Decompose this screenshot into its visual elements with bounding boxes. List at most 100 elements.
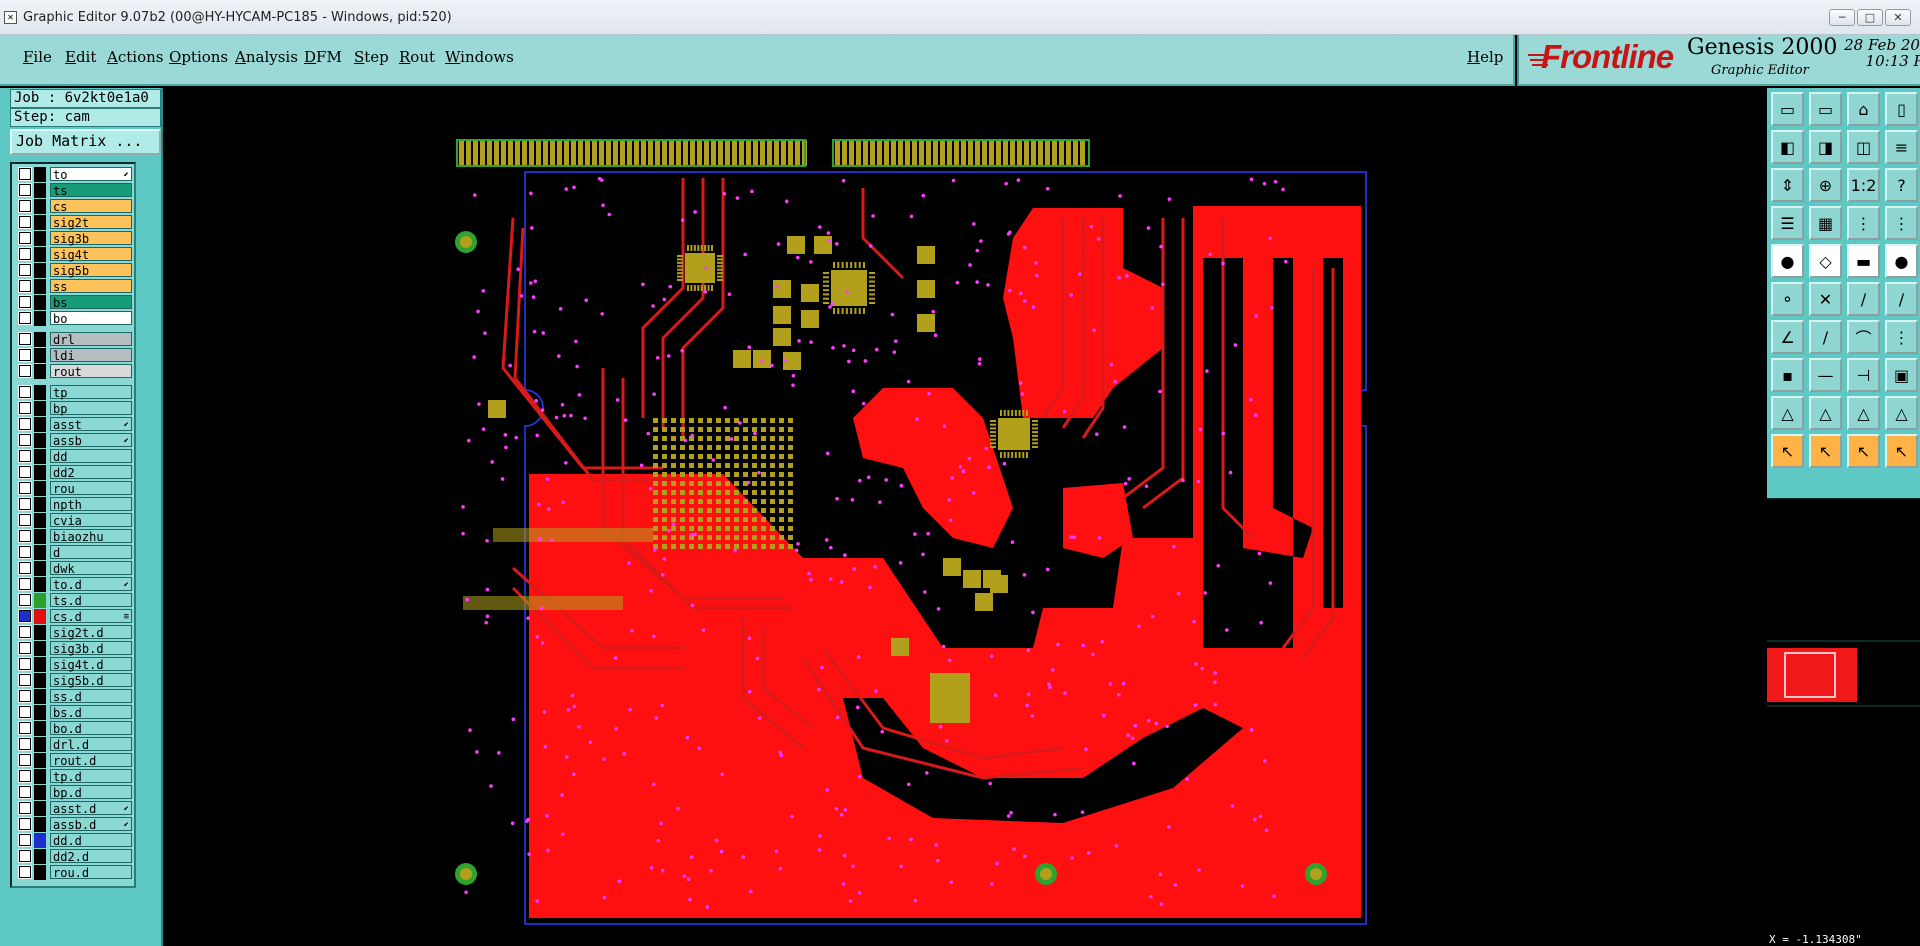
layer-checkbox[interactable] [18, 849, 32, 863]
layer-color-swatch[interactable] [34, 784, 46, 800]
layer-row[interactable]: rou [14, 480, 134, 496]
layer-checkbox[interactable] [18, 231, 32, 245]
layer-name[interactable]: asst.d ⬋ [50, 801, 132, 816]
layer-color-swatch[interactable] [34, 800, 46, 816]
layer-name[interactable]: bs.d [50, 705, 132, 720]
layer-color-swatch[interactable] [34, 310, 46, 326]
layer-row[interactable]: ss [14, 278, 134, 294]
layer-color-swatch[interactable] [34, 624, 46, 640]
layer-name[interactable]: dd.d [50, 833, 132, 848]
layer-row[interactable]: sig4t.d [14, 656, 134, 672]
layer-color-swatch[interactable] [34, 560, 46, 576]
tool-button[interactable]: 1:2 [1847, 168, 1880, 202]
layer-name[interactable]: sig5b [50, 263, 132, 278]
layer-color-swatch[interactable] [34, 544, 46, 560]
layer-color-swatch[interactable] [34, 294, 46, 310]
tool-button[interactable]: ⋮ [1847, 206, 1880, 240]
layer-checkbox[interactable] [18, 705, 32, 719]
layer-name[interactable]: dd2 [50, 465, 132, 480]
layer-checkbox[interactable] [18, 577, 32, 591]
layer-row[interactable]: bs.d [14, 704, 134, 720]
tool-button[interactable]: ◫ [1847, 130, 1880, 164]
layer-checkbox[interactable] [18, 183, 32, 197]
layer-checkbox[interactable] [18, 247, 32, 261]
job-matrix-button[interactable]: Job Matrix ... [10, 129, 161, 155]
layer-row[interactable]: ss.d [14, 688, 134, 704]
layer-name[interactable]: drl [50, 332, 132, 347]
layer-checkbox[interactable] [18, 657, 32, 671]
tool-button[interactable]: ∕ [1809, 320, 1842, 354]
layer-checkbox[interactable] [18, 529, 32, 543]
tool-button[interactable]: ● [1771, 244, 1804, 278]
layer-name[interactable]: d [50, 545, 132, 560]
tool-button[interactable]: △ [1885, 396, 1918, 430]
layer-name[interactable]: cs [50, 199, 132, 214]
tool-button[interactable]: △ [1809, 396, 1842, 430]
tool-button[interactable]: ⌂ [1847, 92, 1880, 126]
layer-color-swatch[interactable] [34, 672, 46, 688]
tool-button[interactable]: ⊕ [1809, 168, 1842, 202]
layer-row[interactable]: sig2t.d [14, 624, 134, 640]
layer-row[interactable]: asst.d ⬋ [14, 800, 134, 816]
layer-row[interactable]: sig5b [14, 262, 134, 278]
tool-button[interactable]: △ [1847, 396, 1880, 430]
layer-name[interactable]: dd2.d [50, 849, 132, 864]
layer-color-swatch[interactable] [34, 752, 46, 768]
layer-row[interactable]: cvia [14, 512, 134, 528]
layer-name[interactable]: rou [50, 481, 132, 496]
layer-name[interactable]: assb ⬋ [50, 433, 132, 448]
layer-name[interactable]: to ⬋ [50, 167, 132, 182]
tool-button[interactable]: ⌒ [1847, 320, 1880, 354]
tool-button[interactable]: ▭ [1771, 92, 1804, 126]
layer-row[interactable]: bp [14, 400, 134, 416]
layer-name[interactable]: sig2t [50, 215, 132, 230]
tool-button[interactable]: ↖ [1809, 434, 1842, 468]
layer-row[interactable]: to ⬋ [14, 166, 134, 182]
layer-checkbox[interactable] [18, 385, 32, 399]
layer-name[interactable]: npth [50, 497, 132, 512]
tool-button[interactable]: — [1809, 358, 1842, 392]
layer-name[interactable]: ss [50, 279, 132, 294]
layer-row[interactable]: rout [14, 363, 134, 379]
pcb-canvas[interactable] [163, 88, 1767, 946]
layer-row[interactable]: asst ⬋ [14, 416, 134, 432]
layer-color-swatch[interactable] [34, 816, 46, 832]
layer-color-swatch[interactable] [34, 480, 46, 496]
menu-help[interactable]: Help [1467, 48, 1503, 66]
layer-checkbox[interactable] [18, 801, 32, 815]
layer-name[interactable]: drl.d [50, 737, 132, 752]
layer-color-swatch[interactable] [34, 864, 46, 880]
layer-color-swatch[interactable] [34, 576, 46, 592]
layer-row[interactable]: d [14, 544, 134, 560]
layer-row[interactable]: dd [14, 448, 134, 464]
layer-color-swatch[interactable] [34, 347, 46, 363]
layer-color-swatch[interactable] [34, 496, 46, 512]
layer-row[interactable]: drl [14, 331, 134, 347]
layer-checkbox[interactable] [18, 215, 32, 229]
layer-color-swatch[interactable] [34, 182, 46, 198]
layer-name[interactable]: tp [50, 385, 132, 400]
layer-color-swatch[interactable] [34, 416, 46, 432]
maximize-button[interactable]: □ [1857, 9, 1883, 26]
layer-checkbox[interactable] [18, 865, 32, 879]
layer-name[interactable]: rou.d [50, 865, 132, 880]
layer-checkbox[interactable] [18, 417, 32, 431]
layer-color-swatch[interactable] [34, 246, 46, 262]
layer-row[interactable]: assb ⬋ [14, 432, 134, 448]
layer-color-swatch[interactable] [34, 512, 46, 528]
layer-name[interactable]: asst ⬋ [50, 417, 132, 432]
tool-button[interactable]: ▪ [1771, 358, 1804, 392]
layer-checkbox[interactable] [18, 769, 32, 783]
menu-edit[interactable]: Edit [65, 48, 96, 66]
layer-row[interactable]: dd2 [14, 464, 134, 480]
layer-color-swatch[interactable] [34, 688, 46, 704]
layer-checkbox[interactable] [18, 609, 32, 623]
layer-checkbox[interactable] [18, 833, 32, 847]
layer-checkbox[interactable] [18, 364, 32, 378]
minimize-button[interactable]: ─ [1829, 9, 1855, 26]
layer-row[interactable]: drl.d [14, 736, 134, 752]
layer-row[interactable]: tp [14, 384, 134, 400]
layer-row[interactable]: ts [14, 182, 134, 198]
layer-checkbox[interactable] [18, 263, 32, 277]
layer-row[interactable]: bo [14, 310, 134, 326]
